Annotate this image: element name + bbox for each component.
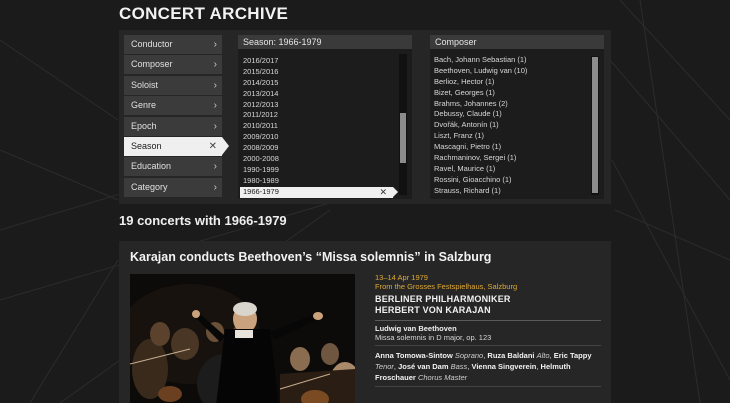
composer-option[interactable]: Bizet, Georges (1) bbox=[434, 88, 589, 99]
divider bbox=[375, 320, 601, 321]
concert-conductor[interactable]: HERBERT VON KARAJAN bbox=[375, 305, 601, 316]
composer-filter-column: Composer Bach, Johann Sebastian (1) Beet… bbox=[430, 35, 604, 199]
season-option-selected[interactable]: 1966-1979 ✕ bbox=[240, 186, 398, 198]
season-option[interactable]: 2008/2009 bbox=[240, 143, 393, 154]
composer-scrollbar-thumb[interactable] bbox=[592, 57, 598, 193]
category-label: Soloist bbox=[131, 79, 159, 90]
chevron-right-icon: › bbox=[213, 79, 217, 91]
chevron-right-icon: › bbox=[213, 161, 217, 173]
category-list: Conductor › Composer › Soloist › Genre ›… bbox=[124, 35, 229, 198]
performer-name[interactable]: Anna Tomowa-Sintow bbox=[375, 351, 453, 360]
composer-option[interactable]: Liszt, Franz (1) bbox=[434, 131, 589, 142]
season-option[interactable]: 2011/2012 bbox=[240, 110, 393, 121]
composer-filter-header: Composer bbox=[430, 35, 604, 49]
season-option[interactable]: 2010/2011 bbox=[240, 121, 393, 132]
chevron-right-icon: › bbox=[213, 59, 217, 71]
concert-orchestra[interactable]: BERLINER PHILHARMONIKER bbox=[375, 294, 601, 305]
season-option[interactable]: 1980-1989 bbox=[240, 176, 393, 187]
category-label: Education bbox=[131, 161, 172, 172]
season-option-label: 1966-1979 bbox=[243, 186, 279, 196]
concert-card[interactable]: Karajan conducts Beethoven’s “Missa sole… bbox=[119, 241, 611, 403]
season-option[interactable]: 1990-1999 bbox=[240, 165, 393, 176]
category-item-education[interactable]: Education › bbox=[124, 157, 222, 177]
composer-option[interactable]: Rachmaninov, Sergei (1) bbox=[434, 153, 589, 164]
performer-role: Soprano bbox=[454, 351, 484, 360]
category-item-epoch[interactable]: Epoch › bbox=[124, 116, 222, 136]
season-scrollbar-thumb[interactable] bbox=[400, 112, 406, 163]
chevron-right-icon: › bbox=[213, 181, 217, 193]
season-option[interactable]: 2013/2014 bbox=[240, 89, 393, 100]
concert-photo[interactable] bbox=[130, 274, 355, 403]
performer-name[interactable]: José van Dam bbox=[398, 362, 448, 371]
performer-role: Bass bbox=[450, 362, 468, 371]
category-item-conductor[interactable]: Conductor › bbox=[124, 35, 222, 54]
composer-option[interactable]: Dvořák, Antonín (1) bbox=[434, 120, 589, 131]
performer-role: Chorus Master bbox=[417, 373, 468, 382]
chevron-right-icon: › bbox=[213, 39, 217, 50]
performer-list: Anna Tomowa-Sintow Soprano, Ruza Baldani… bbox=[375, 351, 592, 382]
composer-option[interactable]: Berlioz, Hector (1) bbox=[434, 77, 589, 88]
chevron-right-icon: › bbox=[213, 120, 217, 132]
close-icon[interactable]: ✕ bbox=[209, 137, 217, 156]
season-filter-column: Season: 1966-1979 2016/2017 2015/2016 20… bbox=[238, 35, 412, 199]
season-scrollbar[interactable] bbox=[399, 54, 407, 195]
composer-option[interactable]: Mascagni, Pietro (1) bbox=[434, 142, 589, 153]
performer-role: Alto bbox=[536, 351, 550, 360]
category-item-genre[interactable]: Genre › bbox=[124, 96, 222, 116]
season-option[interactable]: 2012/2013 bbox=[240, 100, 393, 111]
composer-option[interactable]: Rossini, Gioacchino (1) bbox=[434, 175, 589, 186]
composer-option[interactable]: Beethoven, Ludwig van (10) bbox=[434, 66, 589, 77]
season-option[interactable]: 2014/2015 bbox=[240, 78, 393, 89]
concert-date: 13–14 Apr 1979 bbox=[375, 273, 428, 282]
performer-name[interactable]: Ruza Baldani bbox=[487, 351, 534, 360]
results-heading: 19 concerts with 1966-1979 bbox=[119, 213, 287, 228]
divider bbox=[375, 386, 601, 387]
chevron-right-icon: › bbox=[213, 100, 217, 112]
category-label: Composer bbox=[131, 59, 173, 70]
season-filter-header: Season: 1966-1979 bbox=[238, 35, 412, 49]
performer-name[interactable]: Eric Tappy bbox=[554, 351, 592, 360]
composer-option[interactable]: Ravel, Maurice (1) bbox=[434, 164, 589, 175]
season-option[interactable]: 2009/2010 bbox=[240, 132, 393, 143]
divider bbox=[375, 345, 601, 346]
filter-panel: Conductor › Composer › Soloist › Genre ›… bbox=[119, 30, 611, 204]
category-item-soloist[interactable]: Soloist › bbox=[124, 75, 222, 95]
category-label: Genre bbox=[131, 100, 157, 111]
category-label: Epoch bbox=[131, 120, 157, 131]
performer-name[interactable]: Vienna Singverein bbox=[471, 362, 536, 371]
composer-scrollbar[interactable] bbox=[591, 56, 599, 195]
concert-venue: From the Grosses Festspielhaus, Salzburg bbox=[375, 282, 518, 291]
concert-work: Missa solemnis in D major, op. 123 bbox=[375, 333, 492, 342]
season-option[interactable]: 2000-2008 bbox=[240, 154, 393, 165]
category-item-composer[interactable]: Composer › bbox=[124, 55, 222, 75]
concert-info: 13–14 Apr 1979 From the Grosses Festspie… bbox=[375, 273, 601, 387]
page-title: CONCERT ARCHIVE bbox=[119, 4, 289, 23]
composer-list: Bach, Johann Sebastian (1) Beethoven, Lu… bbox=[434, 55, 589, 197]
season-option[interactable]: 2016/2017 bbox=[240, 56, 393, 67]
composer-option[interactable]: Bach, Johann Sebastian (1) bbox=[434, 55, 589, 66]
season-list: 2016/2017 2015/2016 2014/2015 2013/2014 … bbox=[240, 56, 398, 198]
season-option[interactable]: 2015/2016 bbox=[240, 67, 393, 78]
category-item-season[interactable]: Season ✕ bbox=[124, 136, 229, 156]
concert-composer[interactable]: Ludwig van Beethoven bbox=[375, 324, 601, 333]
composer-option[interactable]: Strauss, Richard (1) bbox=[434, 186, 589, 197]
concert-title[interactable]: Karajan conducts Beethoven’s “Missa sole… bbox=[130, 250, 491, 264]
category-item-category[interactable]: Category › bbox=[124, 177, 222, 197]
category-label: Conductor bbox=[131, 39, 173, 49]
composer-option[interactable]: Debussy, Claude (1) bbox=[434, 109, 589, 120]
performer-role: Tenor bbox=[375, 362, 394, 371]
category-label: Season bbox=[131, 140, 162, 151]
composer-option[interactable]: Brahms, Johannes (2) bbox=[434, 99, 589, 110]
category-label: Category bbox=[131, 181, 168, 192]
page: CONCERT ARCHIVE Conductor › Composer › S… bbox=[0, 0, 730, 403]
close-icon[interactable]: ✕ bbox=[379, 187, 387, 198]
